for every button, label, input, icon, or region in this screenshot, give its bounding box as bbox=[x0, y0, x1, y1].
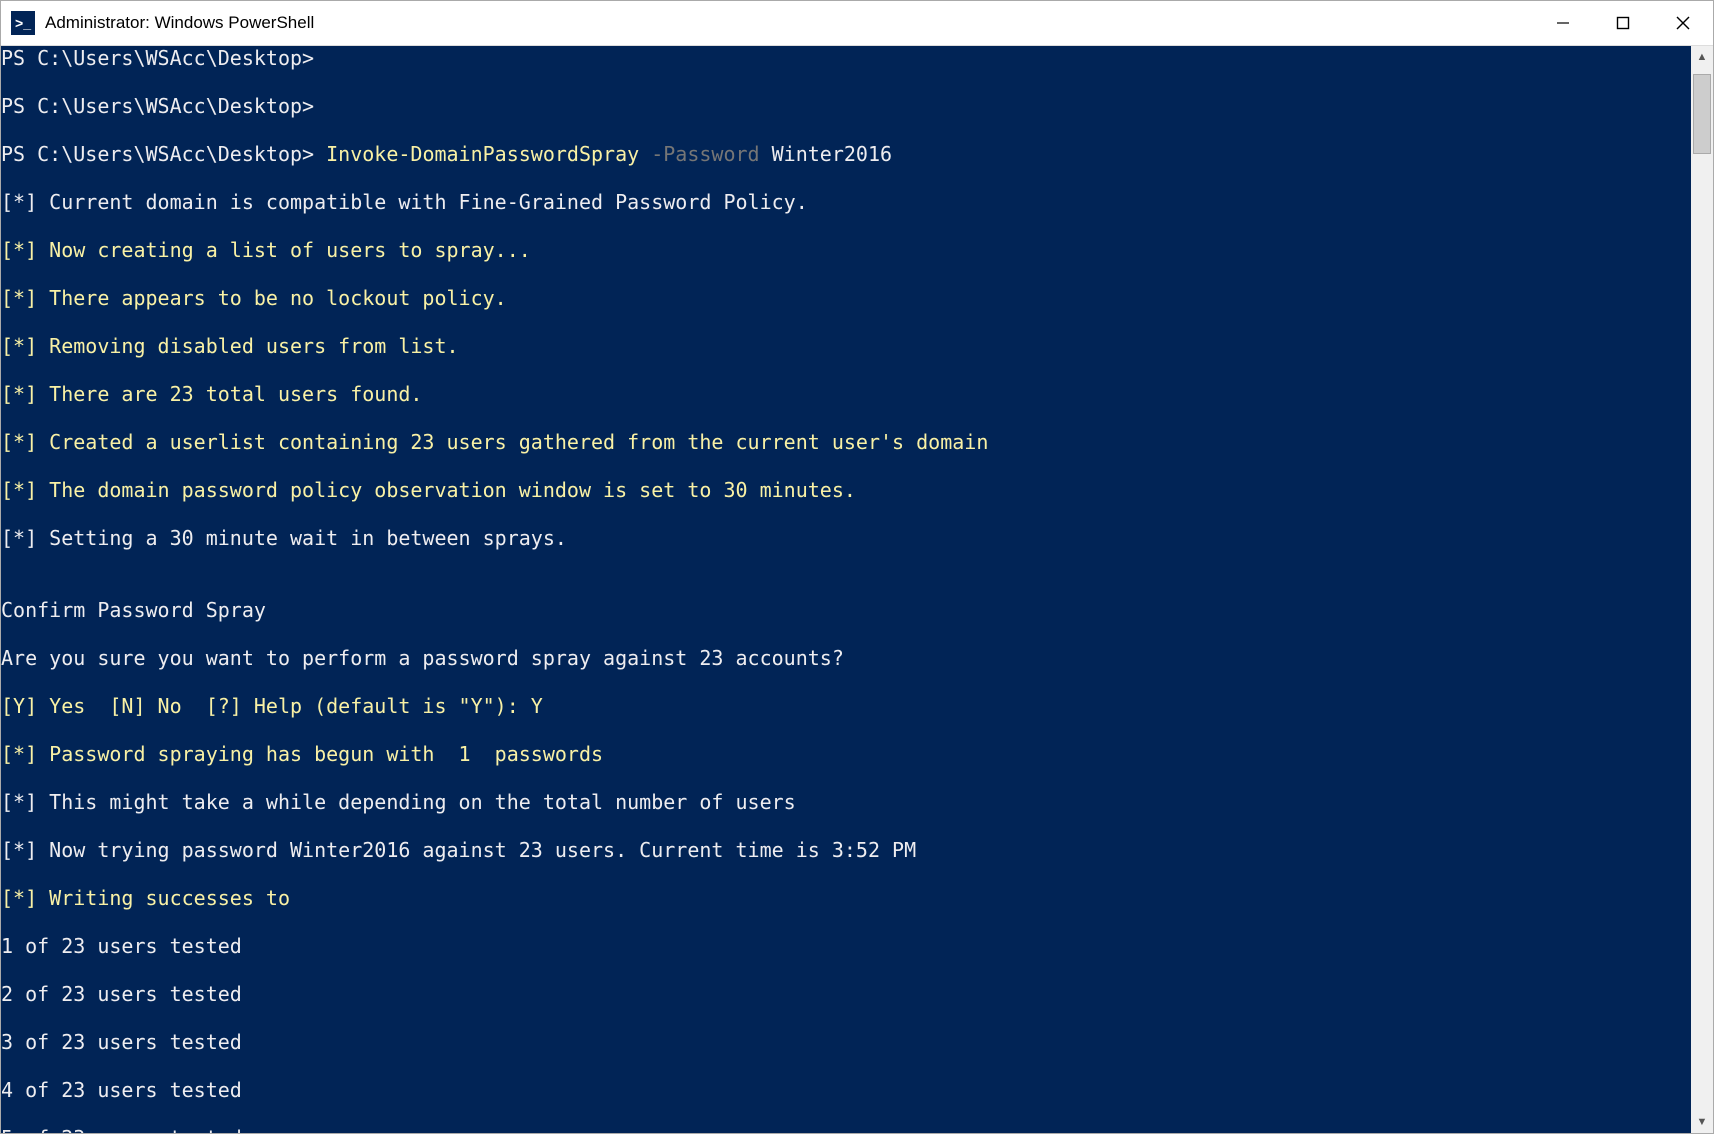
terminal-text: 4 of 23 users tested bbox=[1, 1078, 242, 1102]
terminal-line: Are you sure you want to perform a passw… bbox=[1, 646, 1691, 670]
terminal-text: 1 of 23 users tested bbox=[1, 934, 242, 958]
terminal-line: PS C:\Users\WSAcc\Desktop> bbox=[1, 46, 1691, 70]
powershell-icon: >_ bbox=[11, 11, 35, 35]
maximize-icon bbox=[1616, 16, 1630, 30]
terminal-line: PS C:\Users\WSAcc\Desktop> bbox=[1, 94, 1691, 118]
terminal-line: [*] The domain password policy observati… bbox=[1, 478, 1691, 502]
minimize-button[interactable] bbox=[1533, 1, 1593, 45]
scroll-down-button[interactable]: ▼ bbox=[1691, 1111, 1713, 1133]
scroll-thumb[interactable] bbox=[1693, 74, 1711, 154]
window-controls bbox=[1533, 1, 1713, 45]
terminal-line: Confirm Password Spray bbox=[1, 598, 1691, 622]
terminal-text: -Password bbox=[651, 142, 771, 166]
terminal-line: 5 of 23 users tested bbox=[1, 1126, 1691, 1133]
terminal-line: [*] This might take a while depending on… bbox=[1, 790, 1691, 814]
titlebar[interactable]: >_ Administrator: Windows PowerShell bbox=[1, 1, 1713, 46]
terminal-line: [*] Now trying password Winter2016 again… bbox=[1, 838, 1691, 862]
terminal-line: [*] There appears to be no lockout polic… bbox=[1, 286, 1691, 310]
minimize-icon bbox=[1556, 16, 1570, 30]
terminal-text: [Y] Yes [N] No [?] Help (default is "Y")… bbox=[1, 694, 543, 718]
terminal-text: PS C:\Users\WSAcc\Desktop> bbox=[1, 46, 314, 70]
terminal-line: [*] Current domain is compatible with Fi… bbox=[1, 190, 1691, 214]
terminal-text: [*] The domain password policy observati… bbox=[1, 478, 856, 502]
terminal-text: 5 of 23 users tested bbox=[1, 1126, 242, 1133]
terminal-line: [*] Now creating a list of users to spra… bbox=[1, 238, 1691, 262]
terminal-text: 3 of 23 users tested bbox=[1, 1030, 242, 1054]
terminal-text: PS C:\Users\WSAcc\Desktop> bbox=[1, 94, 314, 118]
terminal-line: [*] Created a userlist containing 23 use… bbox=[1, 430, 1691, 454]
terminal-text: 2 of 23 users tested bbox=[1, 982, 242, 1006]
terminal-text: [*] There appears to be no lockout polic… bbox=[1, 286, 507, 310]
terminal[interactable]: PS C:\Users\WSAcc\Desktop> PS C:\Users\W… bbox=[1, 46, 1691, 1133]
terminal-text: Are you sure you want to perform a passw… bbox=[1, 646, 844, 670]
terminal-line: 4 of 23 users tested bbox=[1, 1078, 1691, 1102]
powershell-window: >_ Administrator: Windows PowerShell PS … bbox=[0, 0, 1714, 1134]
terminal-line: 1 of 23 users tested bbox=[1, 934, 1691, 958]
terminal-line: [Y] Yes [N] No [?] Help (default is "Y")… bbox=[1, 694, 1691, 718]
terminal-line: [*] Password spraying has begun with 1 p… bbox=[1, 742, 1691, 766]
close-icon bbox=[1676, 16, 1690, 30]
close-button[interactable] bbox=[1653, 1, 1713, 45]
terminal-line: 2 of 23 users tested bbox=[1, 982, 1691, 1006]
terminal-wrap: PS C:\Users\WSAcc\Desktop> PS C:\Users\W… bbox=[1, 46, 1713, 1133]
terminal-line: [*] Removing disabled users from list. bbox=[1, 334, 1691, 358]
terminal-text: [*] Setting a 30 minute wait in between … bbox=[1, 526, 567, 550]
terminal-text: [*] Created a userlist containing 23 use… bbox=[1, 430, 988, 454]
scroll-up-button[interactable]: ▲ bbox=[1691, 46, 1713, 68]
scrollbar[interactable]: ▲ ▼ bbox=[1691, 46, 1713, 1133]
terminal-text: [*] There are 23 total users found. bbox=[1, 382, 422, 406]
terminal-text: [*] Now trying password Winter2016 again… bbox=[1, 838, 916, 862]
terminal-text: [*] Now creating a list of users to spra… bbox=[1, 238, 531, 262]
terminal-text: Confirm Password Spray bbox=[1, 598, 266, 622]
terminal-text: Winter2016 bbox=[772, 142, 892, 166]
maximize-button[interactable] bbox=[1593, 1, 1653, 45]
terminal-line: 3 of 23 users tested bbox=[1, 1030, 1691, 1054]
terminal-line: PS C:\Users\WSAcc\Desktop> Invoke-Domain… bbox=[1, 142, 1691, 166]
terminal-line: [*] Writing successes to bbox=[1, 886, 1691, 910]
terminal-text: Invoke-DomainPasswordSpray bbox=[326, 142, 651, 166]
terminal-text: PS C:\Users\WSAcc\Desktop> bbox=[1, 142, 326, 166]
terminal-line: [*] There are 23 total users found. bbox=[1, 382, 1691, 406]
terminal-text: [*] This might take a while depending on… bbox=[1, 790, 796, 814]
terminal-text: [*] Writing successes to bbox=[1, 886, 302, 910]
terminal-text: [*] Current domain is compatible with Fi… bbox=[1, 190, 808, 214]
icon-glyph: >_ bbox=[15, 15, 31, 31]
window-title: Administrator: Windows PowerShell bbox=[45, 13, 1533, 33]
terminal-line: [*] Setting a 30 minute wait in between … bbox=[1, 526, 1691, 550]
terminal-text: [*] Password spraying has begun with 1 p… bbox=[1, 742, 603, 766]
terminal-text: [*] Removing disabled users from list. bbox=[1, 334, 459, 358]
